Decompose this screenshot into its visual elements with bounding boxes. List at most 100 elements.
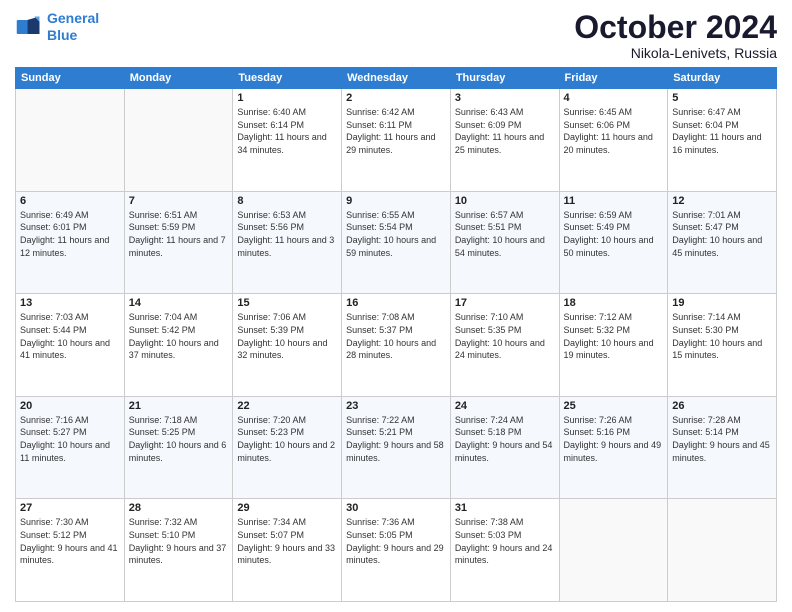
- calendar-cell: 16Sunrise: 7:08 AM Sunset: 5:37 PM Dayli…: [342, 294, 451, 397]
- header-tuesday: Tuesday: [233, 68, 342, 89]
- calendar-cell: 12 Sunrise: 7:01 AM Sunset: 5:47 PM Dayli…: [668, 191, 777, 294]
- day-info: Sunrise: 7:34 AM Sunset: 5:07 PM Dayligh…: [237, 516, 337, 566]
- header: General Blue October 2024 Nikola-Lenivet…: [15, 10, 777, 61]
- calendar-cell: 18 Sunrise: 7:12 AM Sunset: 5:32 PM Dayli…: [559, 294, 668, 397]
- calendar-cell: 22 Sunrise: 7:20 AM Sunset: 5:23 PM Dayli…: [233, 396, 342, 499]
- header-wednesday: Wednesday: [342, 68, 451, 89]
- day-info: Sunrise: 7:22 AM Sunset: 5:21 PM Dayligh…: [346, 414, 446, 464]
- calendar-cell: 19Sunrise: 7:14 AM Sunset: 5:30 PM Dayli…: [668, 294, 777, 397]
- header-monday: Monday: [124, 68, 233, 89]
- day-info: Sunrise: 7:16 AM Sunset: 5:27 PM Dayligh…: [20, 414, 120, 464]
- calendar-cell: 28 Sunrise: 7:32 AM Sunset: 5:10 PM Dayli…: [124, 499, 233, 602]
- day-number: 20: [20, 400, 120, 412]
- day-number: 5: [672, 92, 772, 104]
- calendar-cell: 11 Sunrise: 6:59 AM Sunset: 5:49 PM Dayli…: [559, 191, 668, 294]
- calendar-cell: 14 Sunrise: 7:04 AM Sunset: 5:42 PM Dayli…: [124, 294, 233, 397]
- day-number: 7: [129, 195, 229, 207]
- day-info: Sunrise: 7:26 AM Sunset: 5:16 PM Dayligh…: [564, 414, 664, 464]
- day-number: 27: [20, 502, 120, 514]
- day-number: 18: [564, 297, 664, 309]
- day-number: 10: [455, 195, 555, 207]
- calendar-cell: 6Sunrise: 6:49 AM Sunset: 6:01 PM Daylig…: [16, 191, 125, 294]
- day-number: 12: [672, 195, 772, 207]
- day-info: Sunrise: 6:47 AM Sunset: 6:04 PM Dayligh…: [672, 106, 772, 156]
- day-number: 2: [346, 92, 446, 104]
- week-row-0: 1 Sunrise: 6:40 AM Sunset: 6:14 PM Daylig…: [16, 89, 777, 192]
- day-number: 15: [237, 297, 337, 309]
- calendar-cell: 9Sunrise: 6:55 AM Sunset: 5:54 PM Daylig…: [342, 191, 451, 294]
- calendar-cell: 20 Sunrise: 7:16 AM Sunset: 5:27 PM Dayli…: [16, 396, 125, 499]
- page: General Blue October 2024 Nikola-Lenivet…: [0, 0, 792, 612]
- day-info: Sunrise: 7:32 AM Sunset: 5:10 PM Dayligh…: [129, 516, 229, 566]
- day-info: Sunrise: 6:53 AM Sunset: 5:56 PM Dayligh…: [237, 209, 337, 259]
- day-number: 14: [129, 297, 229, 309]
- day-number: 8: [237, 195, 337, 207]
- day-number: 3: [455, 92, 555, 104]
- calendar-cell: 26 Sunrise: 7:28 AM Sunset: 5:14 PM Dayli…: [668, 396, 777, 499]
- day-info: Sunrise: 6:55 AM Sunset: 5:54 PM Dayligh…: [346, 209, 446, 259]
- calendar-cell: 24Sunrise: 7:24 AM Sunset: 5:18 PM Dayli…: [450, 396, 559, 499]
- calendar-cell: 31 Sunrise: 7:38 AM Sunset: 5:03 PM Dayli…: [450, 499, 559, 602]
- calendar-cell: 4 Sunrise: 6:45 AM Sunset: 6:06 PM Daylig…: [559, 89, 668, 192]
- day-info: Sunrise: 7:30 AM Sunset: 5:12 PM Dayligh…: [20, 516, 120, 566]
- day-number: 26: [672, 400, 772, 412]
- day-info: Sunrise: 6:49 AM Sunset: 6:01 PM Dayligh…: [20, 209, 120, 259]
- week-row-4: 27 Sunrise: 7:30 AM Sunset: 5:12 PM Dayli…: [16, 499, 777, 602]
- day-info: Sunrise: 7:10 AM Sunset: 5:35 PM Dayligh…: [455, 311, 555, 361]
- day-info: Sunrise: 7:12 AM Sunset: 5:32 PM Dayligh…: [564, 311, 664, 361]
- day-info: Sunrise: 6:45 AM Sunset: 6:06 PM Dayligh…: [564, 106, 664, 156]
- day-info: Sunrise: 6:40 AM Sunset: 6:14 PM Dayligh…: [237, 106, 337, 156]
- calendar-cell: 1 Sunrise: 6:40 AM Sunset: 6:14 PM Daylig…: [233, 89, 342, 192]
- day-number: 1: [237, 92, 337, 104]
- week-row-1: 6Sunrise: 6:49 AM Sunset: 6:01 PM Daylig…: [16, 191, 777, 294]
- day-info: Sunrise: 7:18 AM Sunset: 5:25 PM Dayligh…: [129, 414, 229, 464]
- day-number: 4: [564, 92, 664, 104]
- logo-icon: [15, 13, 43, 41]
- day-number: 11: [564, 195, 664, 207]
- day-info: Sunrise: 6:43 AM Sunset: 6:09 PM Dayligh…: [455, 106, 555, 156]
- day-number: 24: [455, 400, 555, 412]
- day-info: Sunrise: 6:57 AM Sunset: 5:51 PM Dayligh…: [455, 209, 555, 259]
- calendar-cell: 29Sunrise: 7:34 AM Sunset: 5:07 PM Dayli…: [233, 499, 342, 602]
- header-friday: Friday: [559, 68, 668, 89]
- logo-line1: General: [47, 10, 99, 26]
- calendar-cell: 2 Sunrise: 6:42 AM Sunset: 6:11 PM Daylig…: [342, 89, 451, 192]
- header-saturday: Saturday: [668, 68, 777, 89]
- logo-text: General Blue: [47, 10, 99, 44]
- calendar-cell: 30Sunrise: 7:36 AM Sunset: 5:05 PM Dayli…: [342, 499, 451, 602]
- day-info: Sunrise: 7:14 AM Sunset: 5:30 PM Dayligh…: [672, 311, 772, 361]
- day-number: 25: [564, 400, 664, 412]
- header-sunday: Sunday: [16, 68, 125, 89]
- calendar-cell: 15Sunrise: 7:06 AM Sunset: 5:39 PM Dayli…: [233, 294, 342, 397]
- calendar-table: Sunday Monday Tuesday Wednesday Thursday…: [15, 67, 777, 602]
- calendar-cell: [124, 89, 233, 192]
- calendar-cell: 10 Sunrise: 6:57 AM Sunset: 5:51 PM Dayli…: [450, 191, 559, 294]
- day-info: Sunrise: 7:01 AM Sunset: 5:47 PM Dayligh…: [672, 209, 772, 259]
- day-number: 23: [346, 400, 446, 412]
- day-info: Sunrise: 7:04 AM Sunset: 5:42 PM Dayligh…: [129, 311, 229, 361]
- month-title: October 2024: [574, 10, 777, 45]
- title-area: October 2024 Nikola-Lenivets, Russia: [574, 10, 777, 61]
- day-number: 31: [455, 502, 555, 514]
- week-row-2: 13Sunrise: 7:03 AM Sunset: 5:44 PM Dayli…: [16, 294, 777, 397]
- day-info: Sunrise: 6:51 AM Sunset: 5:59 PM Dayligh…: [129, 209, 229, 259]
- day-info: Sunrise: 7:28 AM Sunset: 5:14 PM Dayligh…: [672, 414, 772, 464]
- calendar-cell: 23 Sunrise: 7:22 AM Sunset: 5:21 PM Dayli…: [342, 396, 451, 499]
- day-number: 22: [237, 400, 337, 412]
- logo-line2: Blue: [47, 27, 77, 43]
- calendar-cell: 5 Sunrise: 6:47 AM Sunset: 6:04 PM Daylig…: [668, 89, 777, 192]
- calendar-cell: 21 Sunrise: 7:18 AM Sunset: 5:25 PM Dayli…: [124, 396, 233, 499]
- day-number: 21: [129, 400, 229, 412]
- day-number: 16: [346, 297, 446, 309]
- calendar-cell: [668, 499, 777, 602]
- location: Nikola-Lenivets, Russia: [574, 45, 777, 61]
- calendar-cell: 7 Sunrise: 6:51 AM Sunset: 5:59 PM Daylig…: [124, 191, 233, 294]
- day-info: Sunrise: 7:20 AM Sunset: 5:23 PM Dayligh…: [237, 414, 337, 464]
- day-info: Sunrise: 6:59 AM Sunset: 5:49 PM Dayligh…: [564, 209, 664, 259]
- day-info: Sunrise: 7:03 AM Sunset: 5:44 PM Dayligh…: [20, 311, 120, 361]
- day-number: 28: [129, 502, 229, 514]
- logo: General Blue: [15, 10, 99, 44]
- day-number: 30: [346, 502, 446, 514]
- day-info: Sunrise: 7:38 AM Sunset: 5:03 PM Dayligh…: [455, 516, 555, 566]
- day-info: Sunrise: 6:42 AM Sunset: 6:11 PM Dayligh…: [346, 106, 446, 156]
